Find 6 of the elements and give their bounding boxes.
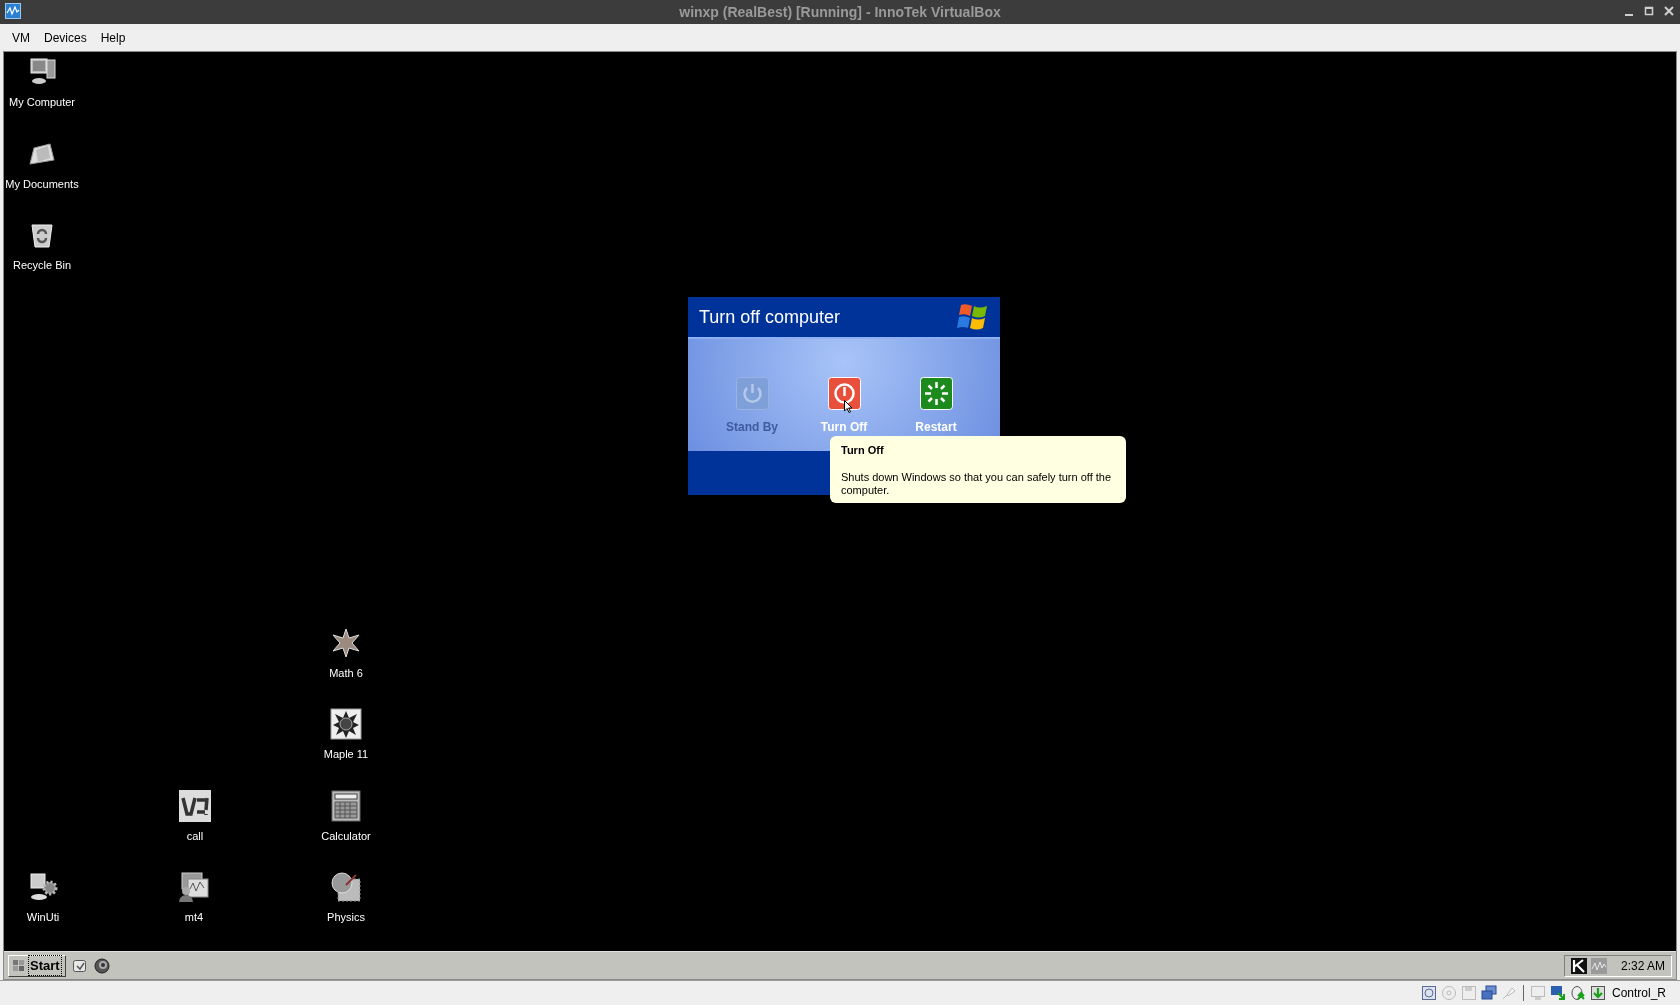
window-title: winxp (RealBest) [Running] - InnoTek VirtualBox [679, 2, 1001, 22]
tooltip-text: Shuts down Windows so that you can safely turn off the computer. [841, 470, 1113, 497]
tooltip-title: Turn Off [841, 443, 885, 458]
dialog-title: Turn off computer [699, 305, 841, 329]
clock: 2:32 AM [1620, 957, 1665, 975]
host-key-label: Control_R [1611, 985, 1666, 1002]
